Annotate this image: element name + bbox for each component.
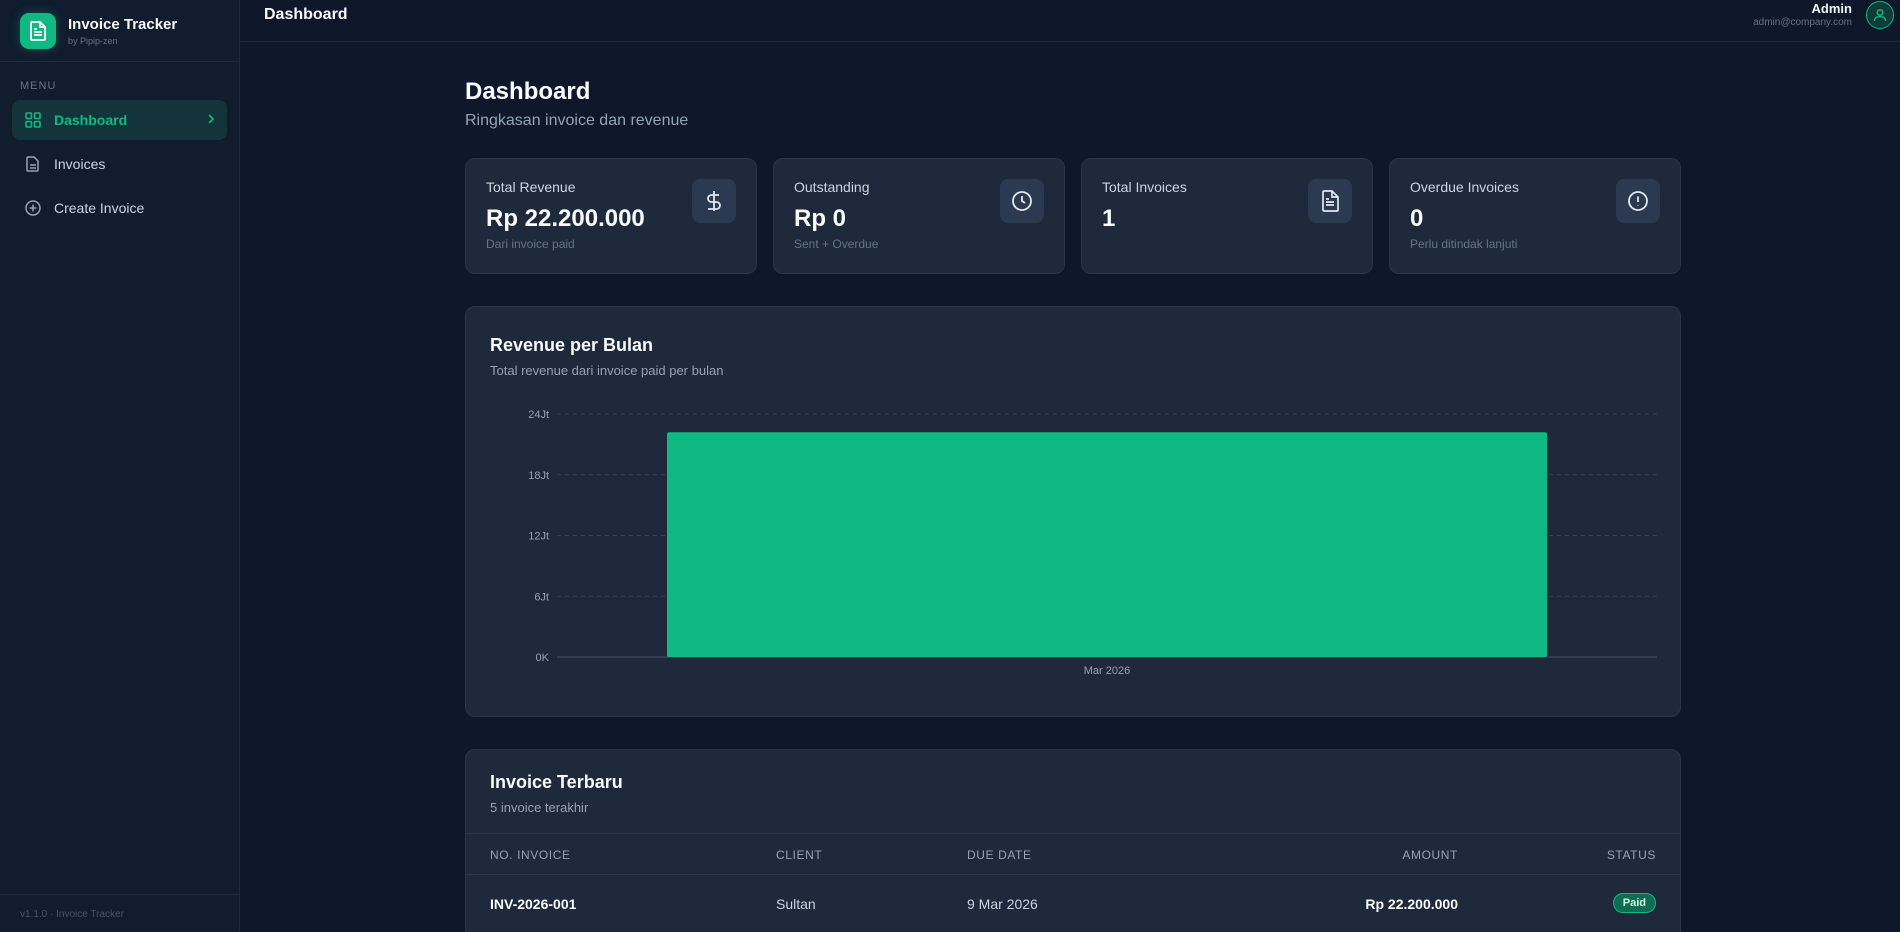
sidebar-item-label: Invoices [54, 156, 106, 172]
y-tick-label: 12Jt [528, 531, 549, 543]
y-tick-label: 6Jt [534, 591, 549, 603]
file-icon [24, 155, 42, 173]
invoice-due-date: 9 Mar 2026 [967, 896, 1038, 912]
sidebar-item-label: Dashboard [54, 112, 128, 128]
sidebar-item-create-invoice[interactable]: Create Invoice [12, 188, 227, 228]
revenue-bar-chart: 0K 6Jt 12Jt 18Jt 24Jt Mar 2026 [528, 409, 1657, 677]
table-row[interactable]: INV-2026-001 Sultan 9 Mar 2026 Rp 22.200… [466, 876, 1680, 932]
column-header-client[interactable]: CLIENT [776, 848, 822, 862]
user-name: Admin [1811, 1, 1852, 16]
avatar[interactable] [1866, 1, 1894, 29]
column-header-status[interactable]: STATUS [1607, 848, 1656, 862]
user-icon [1873, 8, 1887, 22]
stat-note: Dari invoice paid [486, 237, 575, 251]
recent-invoices-card: Invoice Terbaru 5 invoice terakhir NO. I… [465, 749, 1681, 932]
stat-note: Sent + Overdue [794, 237, 879, 251]
recent-title: Invoice Terbaru [490, 772, 623, 792]
chart-bar [667, 432, 1547, 657]
plus-circle-icon [24, 199, 42, 217]
y-tick-label: 0K [536, 652, 550, 664]
menu-label: MENU [20, 80, 57, 92]
brand-title: Invoice Tracker [68, 15, 178, 33]
stat-card-outstanding: Outstanding Rp 0 Sent + Overdue [773, 158, 1065, 274]
page-title: Dashboard [465, 78, 591, 105]
sidebar-item-invoices[interactable]: Invoices [12, 144, 227, 184]
sidebar-footer: v1.1.0 · Invoice Tracker [0, 894, 240, 932]
user-menu[interactable]: Admin admin@company.com [1753, 1, 1852, 28]
user-email: admin@company.com [1753, 17, 1852, 28]
document-icon [1308, 179, 1352, 223]
y-tick-label: 24Jt [528, 409, 549, 421]
invoice-logo-icon [20, 12, 56, 49]
sidebar-item-label: Create Invoice [54, 200, 145, 216]
invoice-number[interactable]: INV-2026-001 [490, 896, 576, 912]
stat-card-total-revenue: Total Revenue Rp 22.200.000 Dari invoice… [465, 158, 757, 274]
invoice-client: Sultan [776, 896, 816, 912]
brand-subtitle: by Pipip-zen [68, 35, 118, 46]
grid-icon [24, 111, 42, 129]
y-tick-label: 18Jt [528, 470, 549, 482]
column-header-due-date[interactable]: DUE DATE [967, 848, 1032, 862]
table-header: NO. INVOICE CLIENT DUE DATE AMOUNT STATU… [466, 833, 1680, 875]
alert-icon [1616, 179, 1660, 223]
page-subtitle: Ringkasan invoice dan revenue [465, 112, 689, 129]
revenue-chart-card: Revenue per Bulan Total revenue dari inv… [465, 306, 1681, 717]
stat-note: Perlu ditindak lanjuti [1410, 237, 1518, 251]
stat-card-overdue-invoices: Overdue Invoices 0 Perlu ditindak lanjut… [1389, 158, 1681, 274]
column-header-amount[interactable]: AMOUNT [1402, 848, 1458, 862]
main-content: Dashboard Ringkasan invoice dan revenue … [465, 42, 1681, 932]
stat-card-total-invoices: Total Invoices 1 [1081, 158, 1373, 274]
stats-row: Total Revenue Rp 22.200.000 Dari invoice… [465, 158, 1681, 274]
column-header-invoice-no[interactable]: NO. INVOICE [490, 848, 571, 862]
x-tick-label: Mar 2026 [1084, 665, 1130, 677]
clock-icon [1000, 179, 1044, 223]
recent-subtitle: 5 invoice terakhir [490, 800, 589, 815]
topbar-title: Dashboard [264, 6, 348, 23]
brand[interactable]: Invoice Tracker by Pipip-zen [0, 0, 239, 62]
dollar-icon [692, 179, 736, 223]
topbar: Dashboard Admin admin@company.com [240, 0, 1900, 42]
status-badge: Paid [1612, 893, 1656, 913]
sidebar: Invoice Tracker by Pipip-zen MENU Dashbo… [0, 0, 240, 932]
invoice-amount: Rp 22.200.000 [1365, 896, 1458, 912]
sidebar-item-dashboard[interactable]: Dashboard [12, 100, 227, 140]
chevron-right-icon [207, 113, 215, 127]
